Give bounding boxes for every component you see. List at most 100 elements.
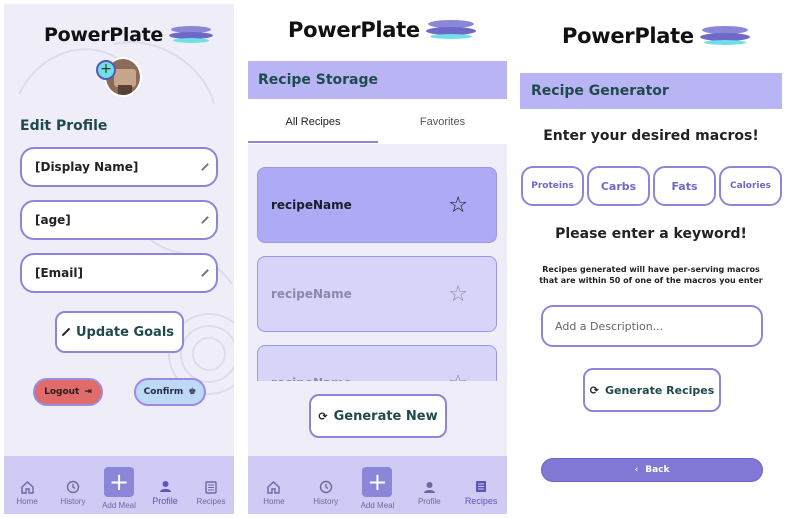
edit-profile-screen: PowerPlate + Edit Profile [Display Name]… (4, 4, 234, 514)
tab-active-indicator (248, 141, 378, 143)
pencil-icon (61, 327, 71, 337)
home-icon (267, 480, 281, 494)
generate-recipes-label: Generate Recipes (604, 383, 715, 397)
tab-bar: All Recipes Favorites (248, 99, 507, 144)
bottom-nav: Home History + Add Meal Profile Recipes (248, 456, 507, 514)
recipes-icon (474, 479, 488, 493)
history-icon (66, 480, 80, 494)
logout-label: Logout (44, 387, 80, 397)
macro-calories-label: Calories (730, 181, 771, 191)
logout-icon: ⇥ (84, 387, 92, 397)
recipe-storage-screen: PowerPlate Recipe Storage All Recipes Fa… (248, 4, 507, 514)
generate-recipes-button[interactable]: ⟳ Generate Recipes (583, 368, 721, 412)
brand-name: PowerPlate (44, 24, 164, 46)
star-icon[interactable]: ☆ (448, 193, 468, 218)
nav-profile-label: Profile (417, 497, 441, 506)
nav-history[interactable]: History (51, 480, 95, 506)
plate-logo-icon (169, 25, 214, 45)
refresh-icon: ⟳ (318, 409, 328, 423)
app-logo: PowerPlate (44, 24, 214, 46)
back-icon: ‹ (634, 465, 639, 475)
logout-button[interactable]: Logout ⇥ (33, 378, 103, 406)
pencil-icon[interactable] (201, 216, 209, 224)
macro-calories-button[interactable]: Calories (719, 166, 782, 206)
nav-add-meal[interactable]: + Add Meal (355, 467, 399, 510)
page-title: Recipe Generator (531, 83, 669, 99)
brand-name: PowerPlate (562, 24, 694, 48)
description-placeholder: Add a Description... (555, 319, 664, 333)
recipe-name: recipeName (271, 198, 352, 212)
confirm-label: Confirm (143, 387, 184, 397)
email-field[interactable]: [Email] (20, 253, 218, 293)
nav-home[interactable]: Home (252, 480, 296, 506)
generate-new-button[interactable]: ⟳ Generate New (309, 394, 447, 438)
recipes-icon (204, 480, 218, 494)
macro-proteins-button[interactable]: Proteins (521, 166, 584, 206)
nav-recipes-label: Recipes (464, 496, 498, 506)
macro-fats-button[interactable]: Fats (653, 166, 716, 206)
macros-title: Enter your desired macros! (543, 128, 759, 144)
generate-new-label: Generate New (333, 408, 438, 424)
bottom-nav: Home History + Add Meal Profile Recipes (4, 456, 234, 514)
recipe-generator-screen: PowerPlate Recipe Generator Enter your d… (520, 4, 782, 514)
nav-history-label: History (313, 497, 339, 506)
profile-icon (158, 479, 172, 493)
macro-carbs-button[interactable]: Carbs (587, 166, 650, 206)
nav-add-meal[interactable]: + Add Meal (97, 467, 141, 510)
nav-profile-label: Profile (152, 496, 178, 506)
nav-home-label: Home (16, 497, 38, 506)
profile-icon (422, 480, 436, 494)
macro-fats-label: Fats (671, 179, 698, 193)
tab-favorites[interactable]: Favorites (378, 99, 507, 144)
age-value: [age] (35, 213, 71, 227)
description-field[interactable]: Add a Description... (541, 305, 763, 347)
back-label: Back (645, 465, 670, 475)
confirm-icon: ♚ (188, 387, 197, 397)
back-button[interactable]: ‹ Back (541, 458, 763, 482)
update-goals-button[interactable]: Update Goals (55, 311, 184, 353)
recipe-name: recipeName (271, 287, 352, 301)
nav-add-meal-label: Add Meal (102, 501, 136, 510)
nav-history[interactable]: History (304, 480, 348, 506)
email-value: [Email] (35, 266, 83, 280)
page-header: Recipe Generator (520, 73, 782, 109)
plate-logo-icon (425, 19, 476, 41)
page-header: Recipe Storage (248, 61, 507, 99)
star-icon[interactable]: ☆ (448, 282, 468, 307)
tab-all-recipes[interactable]: All Recipes (248, 99, 378, 144)
pencil-icon[interactable] (201, 163, 209, 171)
nav-profile[interactable]: Profile (407, 480, 451, 506)
confirm-button[interactable]: Confirm ♚ (134, 378, 206, 406)
recipe-card[interactable]: recipeName ☆ (257, 256, 497, 332)
app-logo: PowerPlate (562, 24, 750, 48)
keyword-title: Please enter a keyword! (555, 226, 747, 242)
age-field[interactable]: [age] (20, 200, 218, 240)
nav-home[interactable]: Home (5, 480, 49, 506)
page-title: Recipe Storage (258, 72, 379, 88)
history-icon (319, 480, 333, 494)
macro-note: Recipes generated will have per-serving … (539, 265, 763, 285)
nav-history-label: History (60, 497, 86, 506)
nav-add-meal-label: Add Meal (360, 501, 395, 510)
add-meal-button[interactable]: + (104, 467, 134, 497)
app-logo: PowerPlate (288, 18, 476, 42)
refresh-icon: ⟳ (589, 383, 599, 397)
macro-carbs-label: Carbs (600, 179, 637, 193)
add-meal-button[interactable]: + (362, 467, 393, 497)
display-name-value: [Display Name] (35, 160, 139, 174)
nav-recipes[interactable]: Recipes (189, 480, 233, 506)
section-title: Edit Profile (20, 118, 108, 134)
brand-name: PowerPlate (288, 18, 420, 42)
nav-recipes-label: Recipes (196, 497, 226, 506)
add-avatar-button[interactable]: + (96, 60, 116, 80)
plate-logo-icon (699, 25, 750, 47)
pencil-icon[interactable] (201, 269, 209, 277)
recipe-card[interactable]: recipeName ☆ (257, 167, 497, 243)
macro-proteins-label: Proteins (531, 181, 574, 191)
nav-profile[interactable]: Profile (143, 479, 187, 506)
home-icon (20, 480, 34, 494)
update-goals-label: Update Goals (75, 324, 175, 340)
nav-recipes[interactable]: Recipes (459, 479, 503, 506)
display-name-field[interactable]: [Display Name] (20, 147, 218, 187)
nav-home-label: Home (263, 497, 285, 506)
